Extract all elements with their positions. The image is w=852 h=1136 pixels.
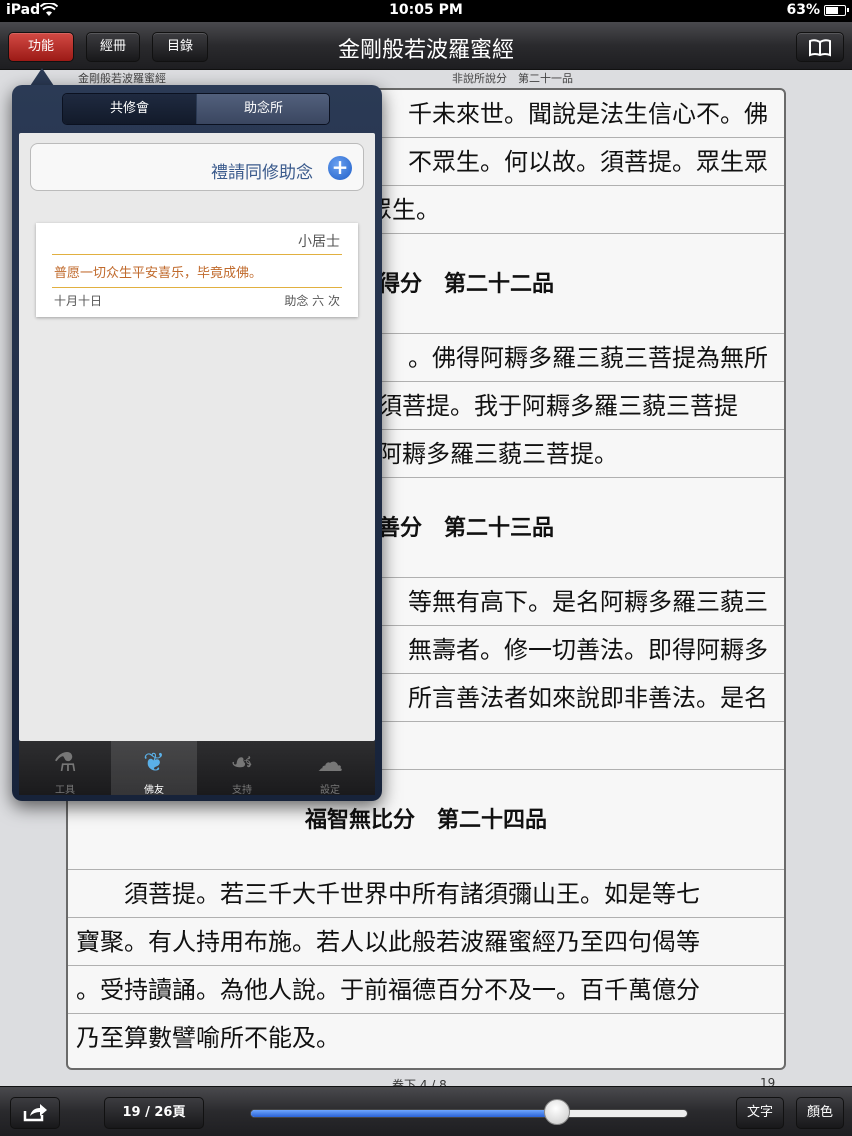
tab-label: 工具 [55, 785, 75, 796]
praying-hands-icon: ☙ [230, 748, 254, 778]
page-indicator-button[interactable]: 19 / 26頁 [104, 1097, 204, 1129]
add-icon[interactable]: + [328, 156, 352, 180]
text-line: 阿耨多羅三藐三菩提。 [378, 440, 618, 468]
text-settings-button[interactable]: 文字 [736, 1097, 784, 1129]
battery-percent: 63% [786, 2, 820, 18]
settings-cloud-icon: ☁ [317, 748, 343, 778]
running-header-right: 非說所說分 第二十一品 [452, 72, 573, 85]
text-line: 。受持讀誦。為他人說。于前福德百分不及一。百千萬億分 [76, 976, 700, 1004]
popover-tab-bar: ⚗ 工具 ❦ 佛友 ☙ 支持 ☁ 設定 [19, 741, 375, 796]
open-book-icon [808, 39, 832, 61]
popover-arrow [30, 68, 54, 86]
text-line: 寶聚。有人持用布施。若人以此般若波羅蜜經乃至四句偈等 [76, 928, 700, 956]
tab-dharma-friends[interactable]: ❦ 佛友 [111, 741, 197, 796]
running-header-left: 金剛般若波羅蜜經 [78, 72, 166, 85]
bookmark-button[interactable] [796, 32, 844, 62]
tab-tools[interactable]: ⚗ 工具 [22, 741, 108, 796]
page-slider[interactable] [250, 1109, 688, 1118]
tab-support[interactable]: ☙ 支持 [199, 741, 285, 796]
chapter-heading: 得分 第二十二品 [378, 271, 555, 297]
invite-row[interactable]: 禮請同修助念 + [30, 143, 364, 191]
page-title: 金剛般若波羅蜜經 [337, 38, 514, 63]
nav-bar: 功能 經冊 目錄 金剛般若波羅蜜經 [0, 22, 852, 70]
text-line: 。佛得阿耨多羅三藐三菩提為無所 [408, 344, 768, 372]
card-count: 助念 六 次 [284, 294, 340, 308]
card-name: 小居士 [298, 234, 340, 250]
tools-icon: ⚗ [53, 748, 77, 778]
divider [52, 254, 342, 255]
text-line: 千未來世。聞說是法生信心不。佛 [408, 100, 768, 128]
text-line: 所言善法者如來說即非善法。是名 [408, 684, 768, 712]
tab-settings[interactable]: ☁ 設定 [287, 741, 373, 796]
tab-label: 佛友 [144, 785, 164, 796]
segment-group-practice[interactable]: 共修會 [63, 94, 196, 124]
battery-icon [824, 5, 849, 16]
text-line: 等無有高下。是名阿耨多羅三藐三 [408, 588, 768, 616]
status-bar: iPad 10:05 PM 63% [0, 0, 852, 22]
slider-fill [251, 1110, 557, 1117]
chapter-heading: 善分 第二十三品 [378, 515, 555, 541]
tab-label: 設定 [320, 785, 340, 796]
function-popover: 共修會 助念所 禮請同修助念 + 小居士 普愿一切众生平安喜乐，毕竟成佛。 十月… [12, 85, 382, 801]
bottom-toolbar: 19 / 26頁 文字 顏色 [0, 1086, 852, 1136]
share-icon [22, 1104, 48, 1127]
clock: 10:05 PM [389, 2, 463, 18]
share-button[interactable] [10, 1097, 60, 1129]
text-line: 不眾生。何以故。須菩提。眾生眾 [408, 148, 768, 176]
segment-chanting-assist[interactable]: 助念所 [197, 94, 329, 124]
chapter-heading: 福智無比分 第二十四品 [304, 807, 547, 833]
text-line: 須菩提。若三千大千世界中所有諸須彌山王。如是等七 [76, 880, 700, 908]
assist-card[interactable]: 小居士 普愿一切众生平安喜乐，毕竟成佛。 十月十日 助念 六 次 [36, 223, 358, 317]
text-line: 無壽者。修一切善法。即得阿耨多 [408, 636, 768, 664]
text-line: 須菩提。我于阿耨多羅三藐三菩提 [378, 392, 738, 420]
card-date: 十月十日 [54, 294, 103, 308]
segmented-control: 共修會 助念所 [62, 93, 330, 125]
popover-content: 禮請同修助念 + 小居士 普愿一切众生平安喜乐，毕竟成佛。 十月十日 助念 六 … [19, 133, 375, 741]
dharma-friend-icon: ❦ [143, 748, 165, 778]
tab-label: 支持 [232, 785, 252, 796]
slider-thumb[interactable] [543, 1099, 570, 1125]
divider [52, 287, 342, 288]
color-settings-button[interactable]: 顏色 [796, 1097, 844, 1129]
text-line: 乃至算數譬喻所不能及。 [76, 1024, 340, 1052]
invite-label: 禮請同修助念 [211, 163, 313, 183]
card-wish: 普愿一切众生平安喜乐，毕竟成佛。 [54, 266, 263, 281]
